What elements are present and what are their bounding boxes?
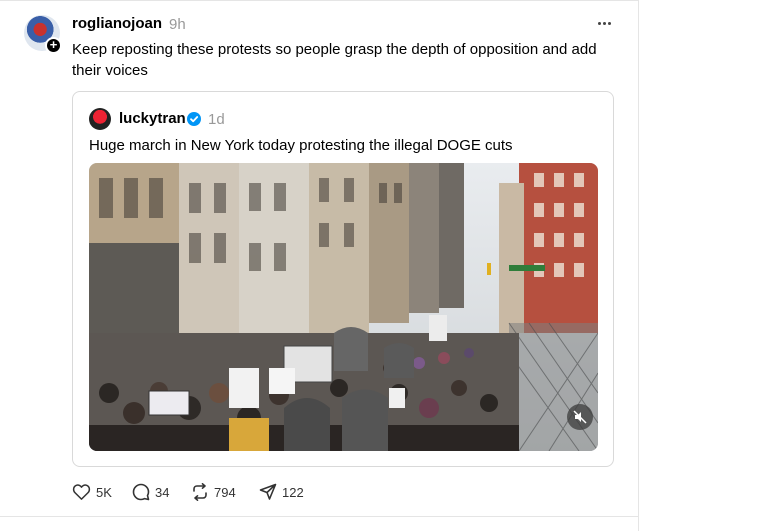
more-options-icon[interactable] — [595, 14, 613, 32]
share-button[interactable]: 122 — [259, 481, 304, 503]
repost-button[interactable]: 794 — [191, 481, 236, 503]
muted-speaker-icon — [573, 410, 587, 424]
comment-count: 34 — [155, 484, 170, 500]
feed-column: + roglianojoan 9h Keep reposting these p… — [0, 0, 639, 531]
share-count: 122 — [282, 484, 304, 500]
mute-toggle-button[interactable] — [567, 404, 593, 430]
like-count: 5K — [96, 484, 112, 500]
quoted-post-card[interactable]: luckytran 1d Huge march in New York toda… — [72, 91, 614, 467]
quoted-post-timestamp[interactable]: 1d — [208, 111, 225, 128]
share-icon — [259, 483, 277, 500]
protest-video[interactable] — [89, 163, 598, 451]
follow-plus-icon[interactable]: + — [45, 37, 62, 54]
quoted-post-text: Huge march in New York today protesting … — [89, 137, 513, 154]
video-thumbnail — [89, 163, 598, 451]
post-timestamp[interactable]: 9h — [169, 16, 186, 33]
post-text: Keep reposting these protests so people … — [72, 41, 597, 79]
like-button[interactable]: 5K — [72, 481, 112, 503]
comment-button[interactable]: 34 — [132, 481, 169, 503]
bottom-divider — [0, 516, 639, 517]
top-divider — [0, 0, 639, 1]
comment-icon — [132, 483, 150, 501]
repost-icon — [193, 483, 207, 501]
verified-badge-icon — [187, 112, 201, 126]
quoted-author-username[interactable]: luckytran — [119, 110, 186, 127]
repost-count: 794 — [214, 484, 236, 500]
author-username[interactable]: roglianojoan — [72, 15, 162, 32]
quoted-author-avatar[interactable] — [89, 108, 111, 130]
heart-icon — [72, 484, 91, 500]
